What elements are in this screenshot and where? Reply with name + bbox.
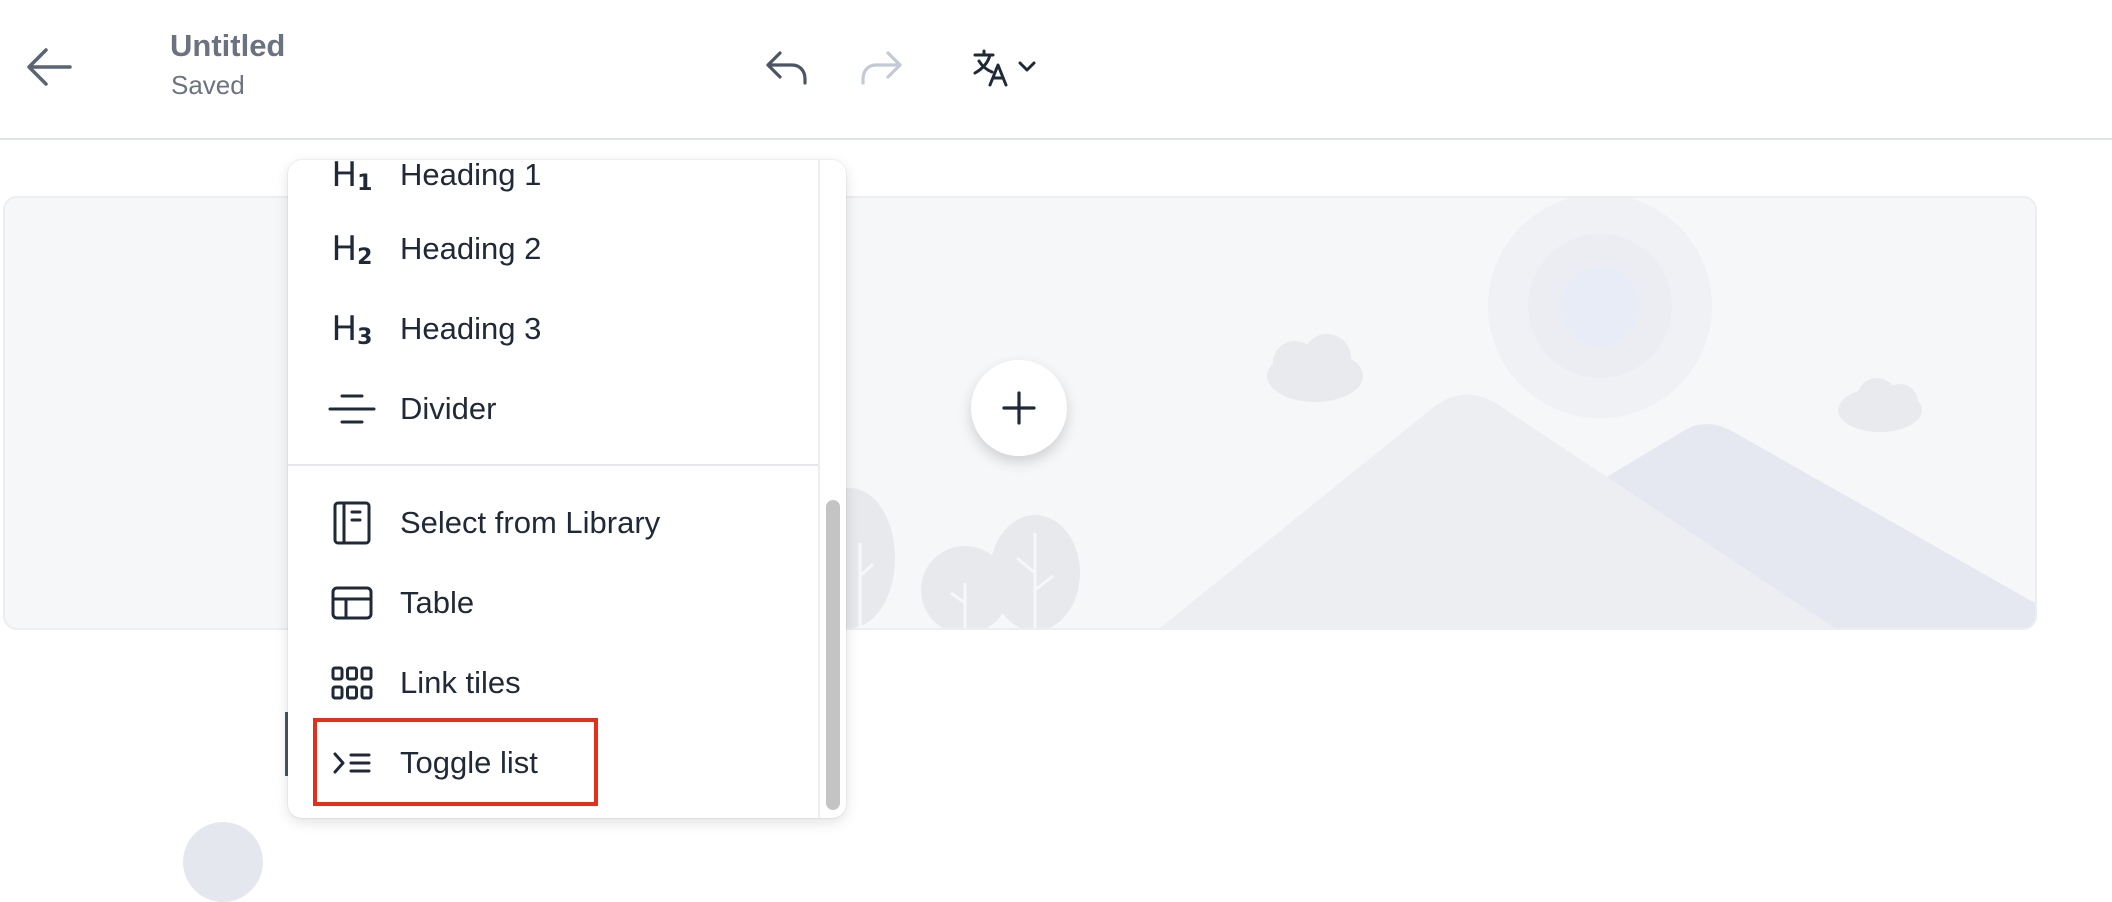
block-menu-list[interactable]: H1 Heading 1 H2 Heading 2 H3 Heading 3 D… (288, 160, 818, 818)
menu-scrollbar[interactable] (826, 500, 840, 810)
heading-2-icon: H2 (331, 228, 373, 270)
redo-icon (861, 51, 902, 85)
block-insert-menu: H1 Heading 1 H2 Heading 2 H3 Heading 3 D… (288, 160, 846, 818)
avatar[interactable] (183, 822, 263, 902)
link-tiles-icon (328, 659, 376, 707)
menu-item-label: Heading 1 (400, 160, 542, 192)
menu-item-heading-1[interactable]: H1 Heading 1 (288, 160, 818, 212)
menu-item-label: Divider (400, 391, 497, 426)
menu-item-label: Heading 2 (400, 231, 542, 266)
menu-item-label: Table (400, 585, 475, 620)
toggle-list-icon (328, 739, 376, 787)
language-button[interactable] (972, 42, 1052, 92)
add-cover-button[interactable] (971, 360, 1067, 456)
document-title[interactable]: Untitled (170, 28, 285, 64)
back-button[interactable] (22, 40, 76, 94)
translate-icon (973, 49, 1008, 87)
menu-section-divider (288, 464, 818, 466)
table-icon (328, 579, 376, 627)
library-icon (328, 499, 376, 547)
redo-button[interactable] (856, 42, 908, 92)
menu-item-label: Heading 3 (400, 311, 542, 346)
scroll-track-border (818, 160, 820, 818)
menu-item-link-tiles[interactable]: Link tiles (288, 646, 818, 720)
menu-item-heading-2[interactable]: H2 Heading 2 (288, 212, 818, 286)
menu-item-divider[interactable]: Divider (288, 372, 818, 446)
save-status: Saved (171, 70, 245, 100)
arrow-left-icon (27, 48, 72, 86)
menu-item-label: Link tiles (400, 665, 521, 700)
menu-item-heading-3[interactable]: H3 Heading 3 (288, 292, 818, 366)
undo-icon (766, 51, 807, 85)
menu-item-toggle-list[interactable]: Toggle list (288, 726, 818, 800)
menu-item-table[interactable]: Table (288, 566, 818, 640)
heading-3-icon: H3 (331, 308, 373, 350)
undo-button[interactable] (760, 42, 812, 92)
menu-item-label: Toggle list (400, 745, 538, 780)
heading-1-icon: H1 (331, 160, 373, 196)
editor-header: Untitled Saved (0, 0, 2112, 140)
menu-item-select-from-library[interactable]: Select from Library (288, 486, 818, 560)
chevron-down-icon (1018, 61, 1036, 72)
divider-icon (328, 385, 376, 433)
plus-icon (1002, 391, 1036, 425)
menu-item-label: Select from Library (400, 505, 661, 540)
